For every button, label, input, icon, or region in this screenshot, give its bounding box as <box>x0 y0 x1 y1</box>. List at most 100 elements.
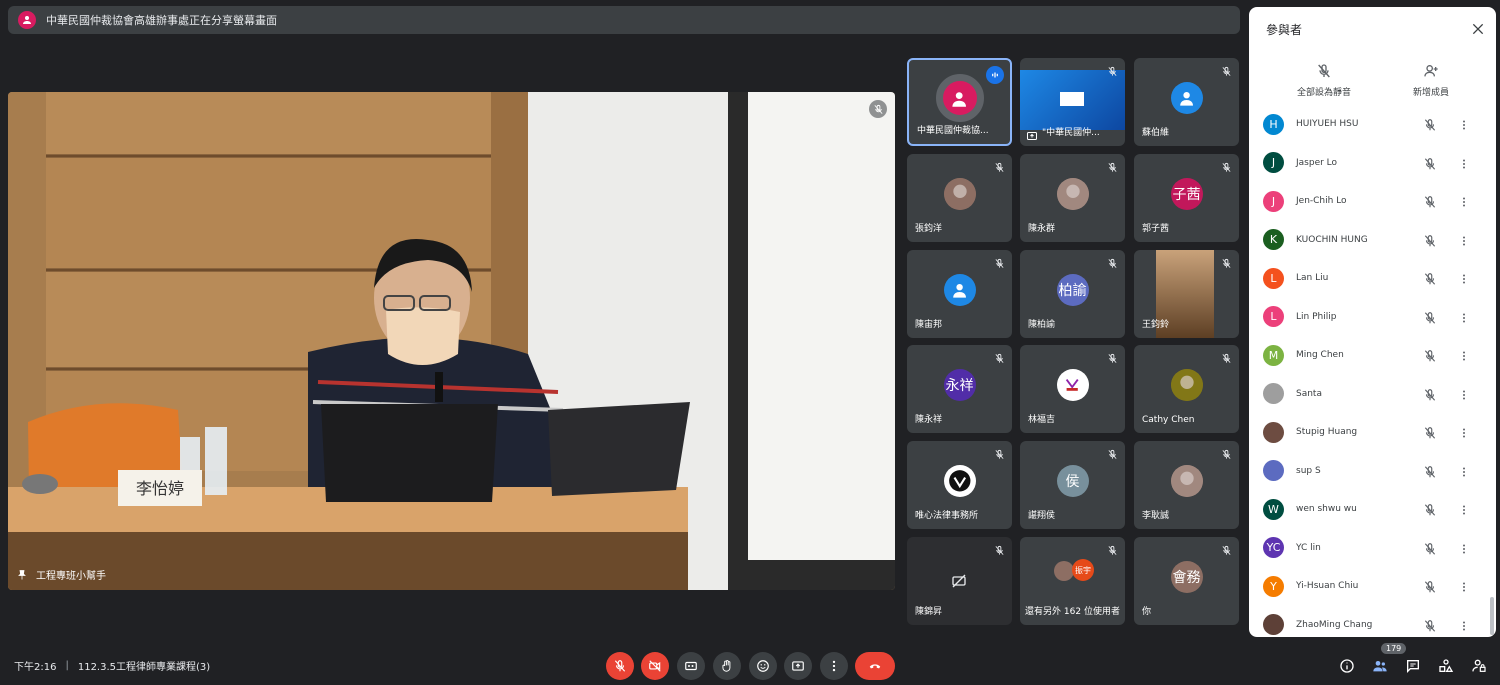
more-vert-icon[interactable] <box>1458 117 1470 131</box>
participant-row[interactable]: YC YC lin <box>1249 529 1496 568</box>
participant-tile[interactable]: 永祥 陳永祥 <box>907 345 1012 433</box>
raise-hand-button[interactable] <box>713 652 741 680</box>
participant-tile[interactable]: 蘇伯維 <box>1134 58 1239 146</box>
captions-button[interactable] <box>677 652 705 680</box>
mic-off-icon <box>614 660 626 672</box>
avatar <box>1056 369 1089 401</box>
main-video[interactable]: 李怡婷 工程專班小幫手 <box>8 92 895 590</box>
host-controls-button[interactable] <box>1470 657 1488 675</box>
mic-off-icon[interactable] <box>1423 387 1437 401</box>
mic-off-icon[interactable] <box>1423 156 1437 170</box>
participant-row[interactable]: sup S <box>1249 452 1496 491</box>
participant-tile[interactable]: 李耿誠 <box>1134 441 1239 529</box>
scrollbar[interactable] <box>1490 597 1494 635</box>
participant-tile[interactable]: 陳永群 <box>1020 154 1125 242</box>
participant-row[interactable]: Wwen shwu wu <box>1249 490 1496 529</box>
mic-off-icon[interactable] <box>1423 464 1437 478</box>
more-vert-icon[interactable] <box>1458 425 1470 439</box>
mic-off-icon[interactable] <box>1423 117 1437 131</box>
participant-name: Ming Chen <box>1296 350 1344 361</box>
mic-off-icon[interactable] <box>1423 541 1437 555</box>
add-person-icon <box>1424 65 1438 77</box>
participant-name: Yi-Hsuan Chiu <box>1296 581 1359 592</box>
participant-tile[interactable]: 子茜 郭子茜 <box>1134 154 1239 242</box>
meeting-details-button[interactable] <box>1338 657 1356 675</box>
participant-tile[interactable]: 王鈞鈴 <box>1134 250 1239 338</box>
camera-off-icon <box>649 660 661 672</box>
mic-off-icon[interactable] <box>1423 310 1437 324</box>
participant-name: 諶翔侯 <box>1028 511 1056 521</box>
participant-tile[interactable]: 張鈞洋 <box>907 154 1012 242</box>
participant-row[interactable]: H HUIYUEH HSU <box>1249 105 1496 144</box>
mic-off-icon <box>1219 160 1233 174</box>
participant-row[interactable]: K KUOCHIN HUNG <box>1249 221 1496 260</box>
more-vert-icon[interactable] <box>1458 502 1470 516</box>
more-vert-icon[interactable] <box>1458 271 1470 285</box>
participant-tile[interactable]: 唯心法律事務所 <box>907 441 1012 529</box>
mic-off-icon <box>1105 351 1119 365</box>
more-vert-icon[interactable] <box>1458 464 1470 478</box>
camera-button[interactable] <box>641 652 669 680</box>
participant-tile[interactable]: 柏諭 陳柏諭 <box>1020 250 1125 338</box>
avatar: L <box>1263 267 1284 289</box>
more-vert-icon[interactable] <box>1458 156 1470 170</box>
participant-tile[interactable]: 陳錦昇 <box>907 537 1012 625</box>
participant-row[interactable]: Santa <box>1249 375 1496 414</box>
participant-name: 陳永群 <box>1028 224 1056 234</box>
mic-off-icon[interactable] <box>1423 233 1437 247</box>
participant-tile[interactable]: 侯諶翔侯 <box>1020 441 1125 529</box>
participant-row[interactable]: J Jasper Lo <box>1249 144 1496 183</box>
mic-off-icon[interactable] <box>1423 425 1437 439</box>
participant-tile[interactable]: 中華民國仲裁協... <box>907 58 1012 146</box>
participant-tile[interactable]: "中華民國仲... <box>1020 58 1125 146</box>
more-vert-icon[interactable] <box>1458 233 1470 247</box>
participant-row[interactable]: M Ming Chen <box>1249 336 1496 375</box>
participant-row[interactable]: Stupig Huang <box>1249 413 1496 452</box>
people-icon <box>1373 661 1387 672</box>
participant-tile[interactable]: 振宇 還有另外 162 位使用者 <box>1020 537 1125 625</box>
more-vert-icon[interactable] <box>1458 310 1470 324</box>
more-vert-icon[interactable] <box>1458 194 1470 208</box>
mic-button[interactable] <box>606 652 634 680</box>
more-vert-icon[interactable] <box>1458 541 1470 555</box>
pin-icon[interactable] <box>16 569 28 581</box>
shapes-icon <box>1439 659 1454 672</box>
participant-row[interactable]: L Lin Philip <box>1249 298 1496 337</box>
banner-text: 中華民國仲裁協會高雄辦事處正在分享螢幕畫面 <box>46 14 277 27</box>
participant-tile[interactable]: 陳宙邦 <box>907 250 1012 338</box>
participant-tile[interactable]: Cathy Chen <box>1134 345 1239 433</box>
participant-row[interactable]: L Lan Liu <box>1249 259 1496 298</box>
mic-off-icon[interactable] <box>1423 348 1437 362</box>
add-member-button[interactable]: 新增成員 <box>1386 63 1476 98</box>
mic-off-icon[interactable] <box>1423 579 1437 593</box>
camera-off-icon <box>951 573 967 589</box>
mic-off-icon[interactable] <box>1423 271 1437 285</box>
more-vert-icon[interactable] <box>1458 387 1470 401</box>
reactions-button[interactable] <box>749 652 777 680</box>
mic-off-icon[interactable] <box>1423 618 1437 632</box>
chat-button[interactable] <box>1404 657 1422 675</box>
participant-name: 張鈞洋 <box>915 224 943 234</box>
activities-button[interactable] <box>1437 657 1455 675</box>
more-options-button[interactable] <box>820 652 848 680</box>
present-button[interactable] <box>784 652 812 680</box>
leave-call-button[interactable] <box>855 652 895 680</box>
participant-name: HUIYUEH HSU <box>1296 119 1359 130</box>
participant-row[interactable]: J Jen-Chih Lo <box>1249 182 1496 221</box>
close-icon[interactable] <box>1470 21 1486 37</box>
participant-name: YC lin <box>1296 542 1321 553</box>
more-vert-icon[interactable] <box>1458 618 1470 632</box>
participant-row[interactable]: ZhaoMing Chang <box>1249 606 1496 638</box>
participant-tile[interactable]: 會務你 <box>1134 537 1239 625</box>
participant-row[interactable]: Y Yi-Hsuan Chiu <box>1249 567 1496 606</box>
avatar: Y <box>1263 575 1284 597</box>
more-vert-icon[interactable] <box>1458 579 1470 593</box>
mute-all-button[interactable]: 全部設為靜音 <box>1279 63 1369 98</box>
presenter-name: 工程專班小幫手 <box>36 571 106 582</box>
participant-tile[interactable]: 林福吉 <box>1020 345 1125 433</box>
avatar <box>1170 82 1203 114</box>
mic-off-icon[interactable] <box>1423 502 1437 516</box>
more-vert-icon[interactable] <box>1458 348 1470 362</box>
participants-button[interactable] <box>1371 657 1389 675</box>
mic-off-icon[interactable] <box>1423 194 1437 208</box>
